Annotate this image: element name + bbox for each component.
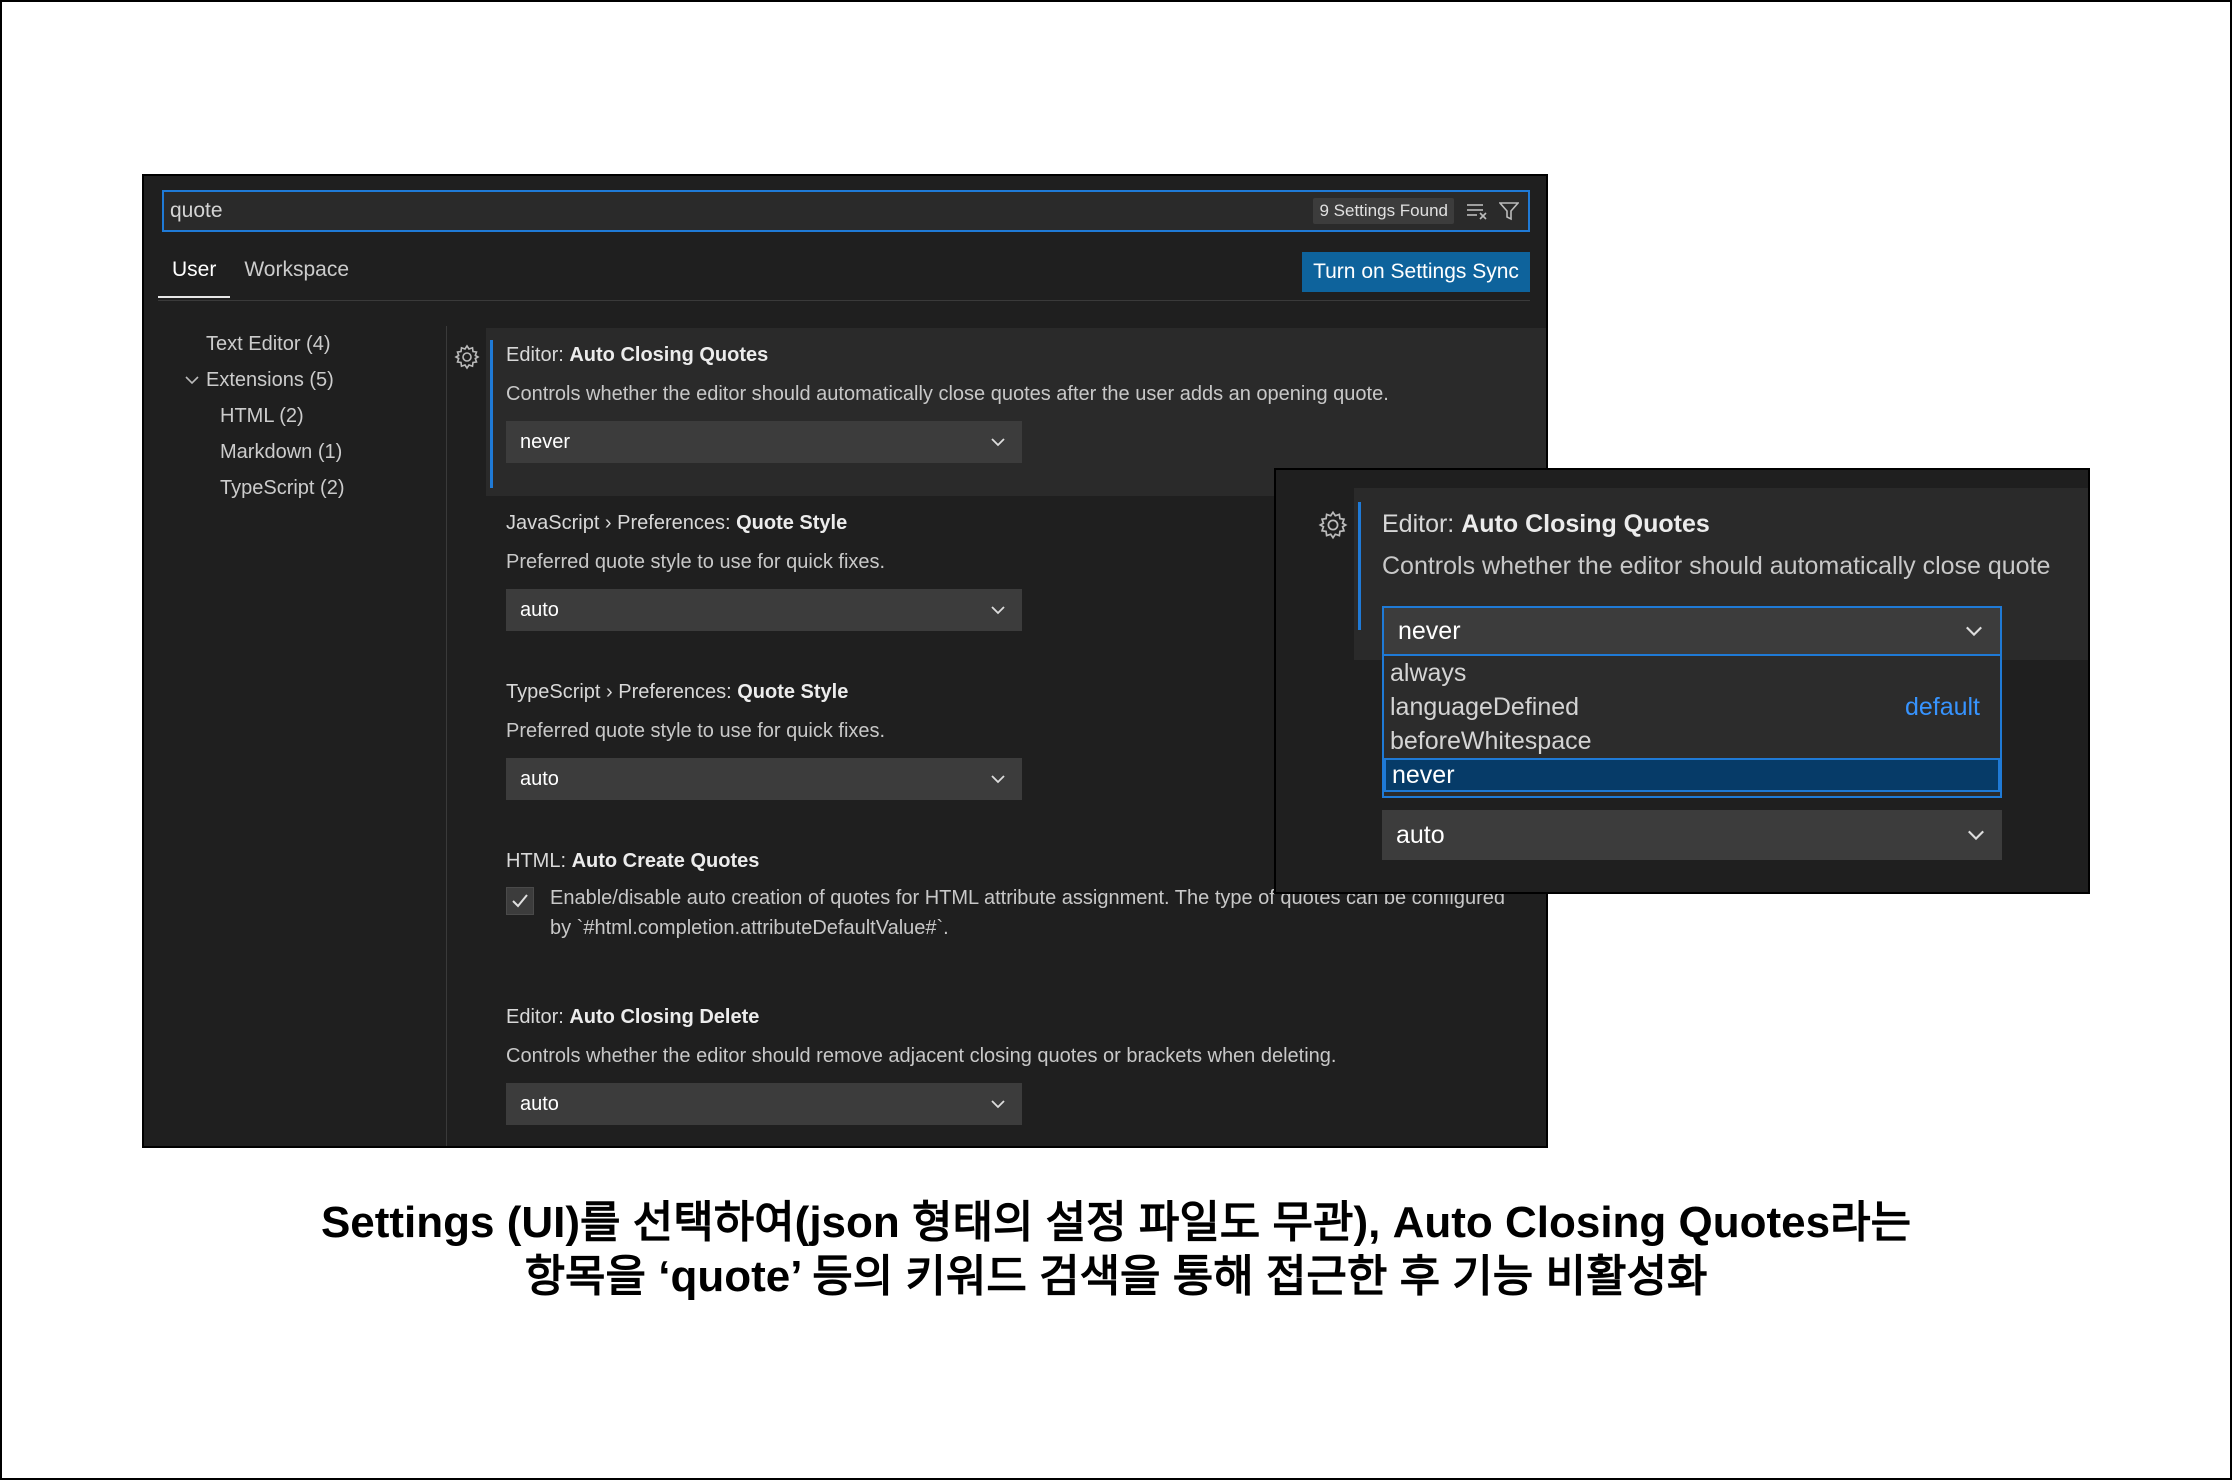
filter-icon[interactable]: [1496, 198, 1522, 224]
chevron-down-icon: [991, 606, 1005, 615]
chevron-down-icon: [182, 375, 202, 385]
tree-divider: [446, 326, 447, 1146]
settings-search-input[interactable]: [164, 192, 1314, 230]
gear-icon[interactable]: [454, 344, 480, 370]
tree-item-label: Text Editor (4): [206, 332, 331, 355]
tab-workspace[interactable]: Workspace: [230, 258, 363, 298]
turn-on-settings-sync-button[interactable]: Turn on Settings Sync: [1302, 252, 1530, 292]
caption-line-1: Settings (UI)를 선택하여(json 형태의 설정 파일도 무관),…: [320, 1198, 1912, 1247]
clear-search-icon[interactable]: [1464, 198, 1490, 224]
next-setting-select[interactable]: auto: [1382, 810, 2002, 860]
select-value: auto: [520, 598, 559, 621]
setting-editor-auto-closing-quotes: Editor: Auto Closing Quotes Controls whe…: [506, 344, 1389, 463]
option-before-whitespace[interactable]: beforeWhitespace: [1384, 724, 2000, 758]
chevron-down-icon: [1968, 830, 1984, 841]
chevron-down-icon: [991, 775, 1005, 784]
tree-item-html[interactable]: HTML (2): [144, 398, 444, 434]
select-value: auto: [520, 767, 559, 790]
tab-user[interactable]: User: [158, 258, 231, 298]
chevron-down-icon: [991, 438, 1005, 447]
setting-title: TypeScript › Preferences: Quote Style: [506, 681, 849, 703]
typescript-quote-style-select[interactable]: auto: [506, 758, 1022, 800]
setting-title: Editor: Auto Closing Quotes: [1382, 510, 1710, 538]
option-never[interactable]: never: [1384, 758, 2000, 792]
select-value: never: [520, 430, 571, 453]
tree-item-label: Extensions (5): [206, 368, 334, 391]
settings-search-box: 9 Settings Found: [162, 190, 1530, 232]
zoomed-dropdown-inset: Editor: Auto Closing Quotes Controls whe…: [1274, 468, 2090, 894]
setting-description: Preferred quote style to use for quick f…: [506, 551, 886, 573]
chevron-down-icon: [991, 1100, 1005, 1109]
results-count-badge: 9 Settings Found: [1313, 198, 1454, 224]
settings-scope-tabs: User Workspace: [158, 258, 363, 298]
default-badge: default: [1904, 692, 1980, 721]
tree-item-label: Markdown (1): [220, 440, 343, 463]
gear-icon[interactable]: [1318, 510, 1348, 540]
setting-javascript-quote-style: JavaScript › Preferences: Quote Style Pr…: [506, 512, 1022, 631]
setting-title: Editor: Auto Closing Quotes: [506, 344, 769, 366]
auto-closing-quotes-select-open[interactable]: never: [1382, 606, 2002, 656]
setting-description: Controls whether the editor should autom…: [1382, 552, 2051, 580]
tree-item-markdown[interactable]: Markdown (1): [144, 434, 444, 470]
auto-create-quotes-checkbox[interactable]: [506, 887, 534, 915]
tree-item-label: HTML (2): [220, 404, 304, 427]
javascript-quote-style-select[interactable]: auto: [506, 589, 1022, 631]
tree-item-extensions[interactable]: Extensions (5): [144, 362, 444, 398]
tree-item-text-editor[interactable]: Text Editor (4): [144, 326, 444, 362]
caption: Settings (UI)를 선택하여(json 형태의 설정 파일도 무관),…: [0, 1196, 2232, 1304]
setting-typescript-quote-style: TypeScript › Preferences: Quote Style Pr…: [506, 681, 1022, 800]
select-value: auto: [1396, 820, 1445, 849]
settings-tree: Text Editor (4) Extensions (5) HTML (2) …: [144, 326, 444, 506]
setting-editor-auto-closing-delete: Editor: Auto Closing Delete Controls whe…: [506, 1006, 1336, 1125]
option-language-defined[interactable]: languageDefined default: [1384, 690, 2000, 724]
option-always[interactable]: always: [1384, 656, 2000, 690]
setting-description: Controls whether the editor should remov…: [506, 1045, 1337, 1067]
select-value: auto: [520, 1092, 559, 1115]
setting-title: JavaScript › Preferences: Quote Style: [506, 512, 848, 534]
auto-closing-quotes-select[interactable]: never: [506, 421, 1022, 463]
dropdown-options-list: always languageDefined default beforeWhi…: [1382, 656, 2002, 798]
chevron-down-icon: [1966, 626, 1982, 637]
select-value: never: [1398, 616, 1461, 645]
setting-description: Preferred quote style to use for quick f…: [506, 720, 886, 742]
check-icon: [512, 894, 528, 908]
tree-item-label: TypeScript (2): [220, 476, 345, 499]
focused-setting-indicator: [1358, 502, 1361, 630]
setting-title: Editor: Auto Closing Delete: [506, 1006, 760, 1028]
tree-item-typescript[interactable]: TypeScript (2): [144, 470, 444, 506]
setting-description: Controls whether the editor should autom…: [506, 383, 1389, 405]
focused-setting-indicator: [490, 340, 493, 488]
auto-closing-delete-select[interactable]: auto: [506, 1083, 1022, 1125]
tabs-divider: [158, 300, 1530, 301]
caption-line-2: 항목을 ‘quote’ 등의 키워드 검색을 통해 접근한 후 기능 비활성화: [524, 1252, 1708, 1301]
